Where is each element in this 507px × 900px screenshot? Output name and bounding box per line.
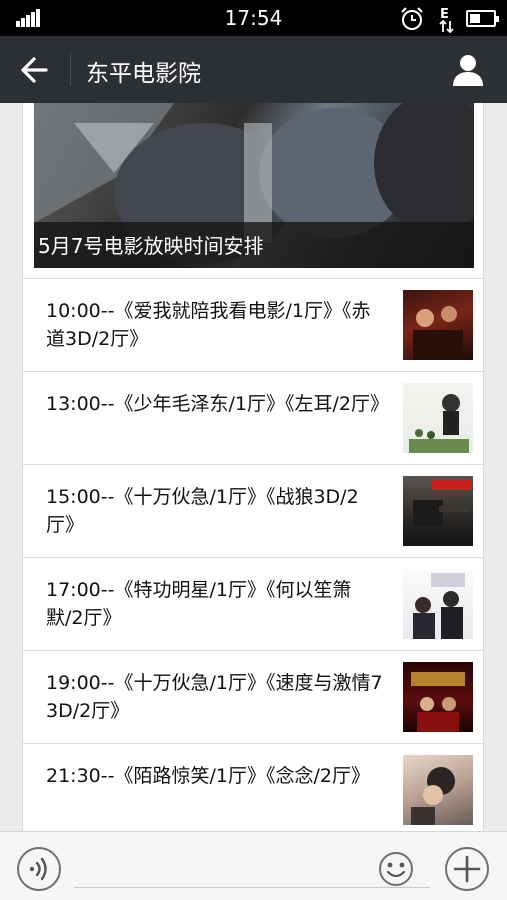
list-item[interactable]: 13:00--《少年毛泽东/1厅》《左耳/2厅》: [23, 371, 483, 464]
cover-caption: 5月7号电影放映时间安排: [34, 222, 474, 268]
showtime-text: 17:00--《特功明星/1厅》《何以笙箫默/2厅》: [46, 579, 352, 629]
svg-text:E: E: [440, 7, 449, 22]
movie-poster-thumbnail: [403, 569, 473, 639]
status-bar: 17:54 E: [0, 0, 507, 36]
showtime-text: 13:00--《少年毛泽东/1厅》《左耳/2厅》: [46, 393, 389, 415]
emoji-icon[interactable]: [378, 846, 414, 892]
showtime-text: 15:00--《十万伙急/1厅》《战狼3D/2厅》: [46, 486, 359, 536]
cover-image[interactable]: 5月7号电影放映时间安排: [34, 103, 474, 268]
battery-icon: [466, 10, 499, 27]
list-item[interactable]: 21:30--《陌路惊笑/1厅》《念念/2厅》: [23, 743, 483, 831]
data-indicator-icon: E: [439, 7, 454, 33]
user-icon[interactable]: [448, 50, 488, 90]
movie-poster-thumbnail: [403, 290, 473, 360]
chat-input-bar: [0, 831, 507, 900]
cover-title: 5月7号电影放映时间安排: [38, 234, 264, 258]
list-item[interactable]: 10:00--《爱我就陪我看电影/1厅》《赤道3D/2厅》: [23, 278, 483, 371]
movie-poster-thumbnail: [403, 755, 473, 825]
list-item[interactable]: 15:00--《十万伙急/1厅》《战狼3D/2厅》: [23, 464, 483, 557]
showtime-text: 19:00--《十万伙急/1厅》《速度与激情7 3D/2厅》: [46, 672, 383, 722]
article-card[interactable]: 5月7号电影放映时间安排 10:00--《爱我就陪我看电影/1厅》《赤道3D/2…: [22, 103, 484, 831]
voice-icon[interactable]: [16, 846, 62, 892]
arrow-left-icon[interactable]: [14, 50, 54, 90]
showtime-text: 21:30--《陌路惊笑/1厅》《念念/2厅》: [46, 765, 370, 787]
movie-poster-thumbnail: [403, 476, 473, 546]
plus-icon[interactable]: [444, 846, 490, 892]
status-time: 17:54: [224, 6, 283, 30]
movie-poster-thumbnail: [403, 383, 473, 453]
list-item[interactable]: 17:00--《特功明星/1厅》《何以笙箫默/2厅》: [23, 557, 483, 650]
page-title: 东平电影院: [86, 61, 201, 87]
showtime-text: 10:00--《爱我就陪我看电影/1厅》《赤道3D/2厅》: [46, 300, 371, 350]
title-bar: 东平电影院: [0, 36, 507, 103]
message-input[interactable]: [74, 848, 430, 888]
title-divider: [70, 53, 71, 86]
alarm-clock-icon: [401, 7, 423, 30]
movie-poster-thumbnail: [403, 662, 473, 732]
list-item[interactable]: 19:00--《十万伙急/1厅》《速度与激情7 3D/2厅》: [23, 650, 483, 743]
